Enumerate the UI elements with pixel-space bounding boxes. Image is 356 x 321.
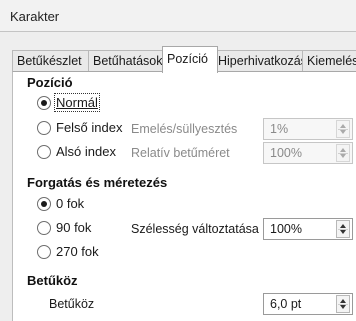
spacing-label: Betűköz: [49, 297, 95, 311]
spin-down-icon[interactable]: [340, 154, 346, 158]
radio-90-fok[interactable]: 90 fok: [37, 220, 91, 235]
title-bar: Karakter: [0, 0, 356, 32]
radio-felso-index[interactable]: Felső index: [37, 120, 122, 135]
radio-normal-indicator[interactable]: [37, 95, 51, 110]
raise-lower-spin-buttons[interactable]: [336, 120, 350, 138]
radio-270-fok-indicator[interactable]: [37, 244, 51, 259]
spin-up-icon[interactable]: [340, 148, 346, 152]
radio-90-fok-label: 90 fok: [56, 220, 92, 235]
relative-size-value: 100%: [270, 146, 302, 160]
width-scale-label: Szélesség változtatása: [131, 222, 259, 236]
position-panel: Pozíció Normál Felső index Alsó index Em…: [12, 71, 356, 321]
tab-kiemeles[interactable]: Kiemelés: [302, 50, 356, 72]
spin-up-icon[interactable]: [340, 224, 346, 228]
relative-size-label: Relatív betűméret: [131, 146, 230, 160]
radio-0-fok-label: 0 fok: [56, 196, 85, 211]
raise-lower-label: Emelés/süllyesztés: [131, 122, 238, 136]
tab-pozicio[interactable]: Pozíció: [162, 46, 218, 73]
spin-down-icon[interactable]: [340, 130, 346, 134]
spacing-spinbox[interactable]: 6,0 pt: [263, 293, 353, 315]
width-scale-value: 100%: [270, 222, 302, 236]
tab-betukeszlet[interactable]: Betűkészlet: [12, 50, 93, 72]
radio-0-fok-indicator[interactable]: [37, 196, 51, 211]
spin-down-icon[interactable]: [340, 230, 346, 234]
tab-betuhatasok[interactable]: Betűhatások: [88, 50, 168, 72]
tab-strip: Betűkészlet Betűhatások Pozíció Hiperhiv…: [12, 46, 356, 73]
dialog-body: Betűkészlet Betűhatások Pozíció Hiperhiv…: [0, 32, 356, 321]
raise-lower-value: 1%: [270, 122, 289, 136]
radio-also-index[interactable]: Alsó index: [37, 144, 116, 159]
radio-normal-label: Normál: [54, 93, 100, 112]
raise-lower-spinbox[interactable]: 1%: [263, 118, 353, 140]
relative-size-spinbox[interactable]: 100%: [263, 142, 353, 164]
spin-up-icon[interactable]: [340, 124, 346, 128]
radio-270-fok-label: 270 fok: [56, 244, 99, 259]
spacing-value: 6,0 pt: [270, 297, 302, 311]
width-scale-spinbox[interactable]: 100%: [263, 218, 353, 240]
position-section-title: Pozíció: [27, 75, 73, 90]
radio-also-index-indicator[interactable]: [37, 144, 51, 159]
spacing-spin-buttons[interactable]: [336, 295, 350, 313]
width-scale-spin-buttons[interactable]: [336, 220, 350, 238]
tab-hiperhivatkozas[interactable]: Hiperhivatkozás: [213, 50, 311, 72]
rotation-section-title: Forgatás és méretezés: [27, 175, 168, 190]
radio-270-fok[interactable]: 270 fok: [37, 244, 99, 259]
spacing-section-title: Betűköz: [27, 273, 78, 288]
radio-felso-index-label: Felső index: [56, 120, 123, 135]
radio-0-fok[interactable]: 0 fok: [37, 196, 84, 211]
window-title: Karakter: [10, 9, 60, 24]
radio-felso-index-indicator[interactable]: [37, 120, 51, 135]
radio-also-index-label: Alsó index: [56, 144, 116, 159]
relative-size-spin-buttons[interactable]: [336, 144, 350, 162]
radio-90-fok-indicator[interactable]: [37, 220, 51, 235]
radio-normal[interactable]: Normál: [37, 93, 100, 112]
spin-up-icon[interactable]: [340, 299, 346, 303]
spin-down-icon[interactable]: [340, 305, 346, 309]
